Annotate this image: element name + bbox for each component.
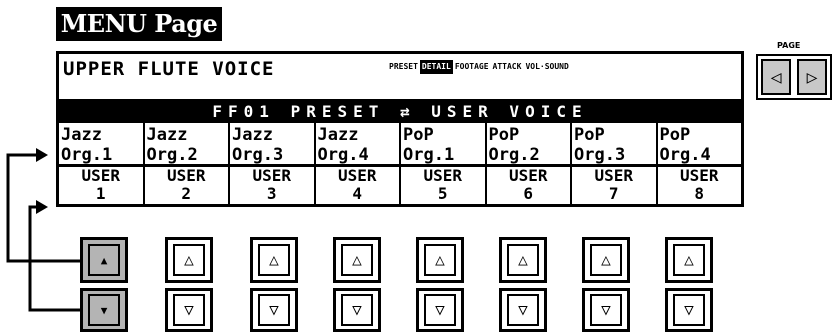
triangle-up-icon: △ xyxy=(424,244,456,276)
down-button[interactable]: ▼ xyxy=(80,288,128,332)
lcd-title: UPPER FLUTE VOICE xyxy=(63,58,275,80)
page-right-arrow-icon: ▷ xyxy=(806,66,818,88)
down-button[interactable]: ▽ xyxy=(250,288,298,332)
triangle-down-icon: ▽ xyxy=(590,294,622,326)
user-voice-cell[interactable]: USER 5 xyxy=(401,167,487,204)
tab-attack[interactable]: ATTACK xyxy=(491,60,524,74)
user-voice-cell[interactable]: USER 4 xyxy=(316,167,401,204)
down-button[interactable]: ▽ xyxy=(665,288,713,332)
up-button[interactable]: △ xyxy=(416,237,464,283)
page-buttons: ◁ ▷ xyxy=(756,54,832,100)
down-button[interactable]: ▽ xyxy=(582,288,630,332)
preset-voice-cell[interactable]: PoP Org.1 xyxy=(401,123,487,164)
up-button[interactable]: △ xyxy=(333,237,381,283)
lcd-banner: FF01 PRESET ⇄ USER VOICE xyxy=(59,101,741,123)
up-button[interactable]: ▲ xyxy=(80,237,128,283)
triangle-down-icon: ▽ xyxy=(673,294,705,326)
triangle-up-icon: △ xyxy=(673,244,705,276)
preset-voice-cell[interactable]: Jazz Org.2 xyxy=(145,123,230,164)
triangle-up-icon: △ xyxy=(590,244,622,276)
down-button[interactable]: ▽ xyxy=(165,288,213,332)
page-next-button[interactable]: ▷ xyxy=(797,59,827,95)
pointer-arrow-head-icon xyxy=(36,148,48,162)
up-button[interactable]: △ xyxy=(665,237,713,283)
user-voice-cell[interactable]: USER 7 xyxy=(572,167,658,204)
triangle-down-icon: ▽ xyxy=(173,294,205,326)
up-button[interactable]: △ xyxy=(499,237,547,283)
page-left-arrow-icon: ◁ xyxy=(770,66,782,88)
down-button[interactable]: ▽ xyxy=(499,288,547,332)
triangle-down-icon: ▼ xyxy=(88,294,120,326)
triangle-up-icon: △ xyxy=(341,244,373,276)
preset-voice-row: Jazz Org.1 Jazz Org.2 Jazz Org.3 Jazz Org.4 … xyxy=(59,123,741,167)
lcd-display: UPPER FLUTE VOICE PRESET DETAIL FOOTAGE … xyxy=(56,51,744,207)
page-label: PAGE xyxy=(777,41,801,50)
triangle-down-icon: ▽ xyxy=(258,294,290,326)
down-button[interactable]: ▽ xyxy=(333,288,381,332)
preset-voice-cell[interactable]: Jazz Org.3 xyxy=(230,123,316,164)
up-button[interactable]: △ xyxy=(582,237,630,283)
preset-voice-cell[interactable]: PoP Org.3 xyxy=(572,123,658,164)
pointer-arrow-icon xyxy=(6,153,80,312)
page-prev-button[interactable]: ◁ xyxy=(761,59,791,95)
user-voice-cell[interactable]: USER 2 xyxy=(145,167,230,204)
tab-footage[interactable]: FOOTAGE xyxy=(453,60,491,74)
triangle-up-icon: △ xyxy=(173,244,205,276)
down-button[interactable]: ▽ xyxy=(416,288,464,332)
tab-vol-sound[interactable]: VOL·SOUND xyxy=(523,60,570,74)
triangle-down-icon: ▽ xyxy=(424,294,456,326)
preset-voice-cell[interactable]: PoP Org.2 xyxy=(487,123,572,164)
pointer-arrow-head-icon xyxy=(36,200,48,214)
tab-preset[interactable]: PRESET xyxy=(387,60,420,74)
user-voice-cell[interactable]: USER 3 xyxy=(230,167,316,204)
lcd-tab-strip: PRESET DETAIL FOOTAGE ATTACK VOL·SOUND xyxy=(387,60,571,74)
user-voice-cell[interactable]: USER 8 xyxy=(658,167,742,204)
triangle-down-icon: ▽ xyxy=(507,294,539,326)
up-button[interactable]: △ xyxy=(250,237,298,283)
triangle-up-icon: △ xyxy=(258,244,290,276)
preset-voice-cell[interactable]: PoP Org.4 xyxy=(658,123,742,164)
pointer-arrows xyxy=(6,148,80,312)
user-voice-row: USER 1 USER 2 USER 3 USER 4 USER 5 USER 6 USER… xyxy=(59,167,741,204)
tab-detail[interactable]: DETAIL xyxy=(419,60,453,74)
triangle-up-icon: △ xyxy=(507,244,539,276)
user-voice-cell[interactable]: USER 6 xyxy=(487,167,572,204)
preset-voice-cell[interactable]: Jazz Org.4 xyxy=(316,123,401,164)
triangle-down-icon: ▽ xyxy=(341,294,373,326)
triangle-up-icon: ▲ xyxy=(88,244,120,276)
up-button[interactable]: △ xyxy=(165,237,213,283)
